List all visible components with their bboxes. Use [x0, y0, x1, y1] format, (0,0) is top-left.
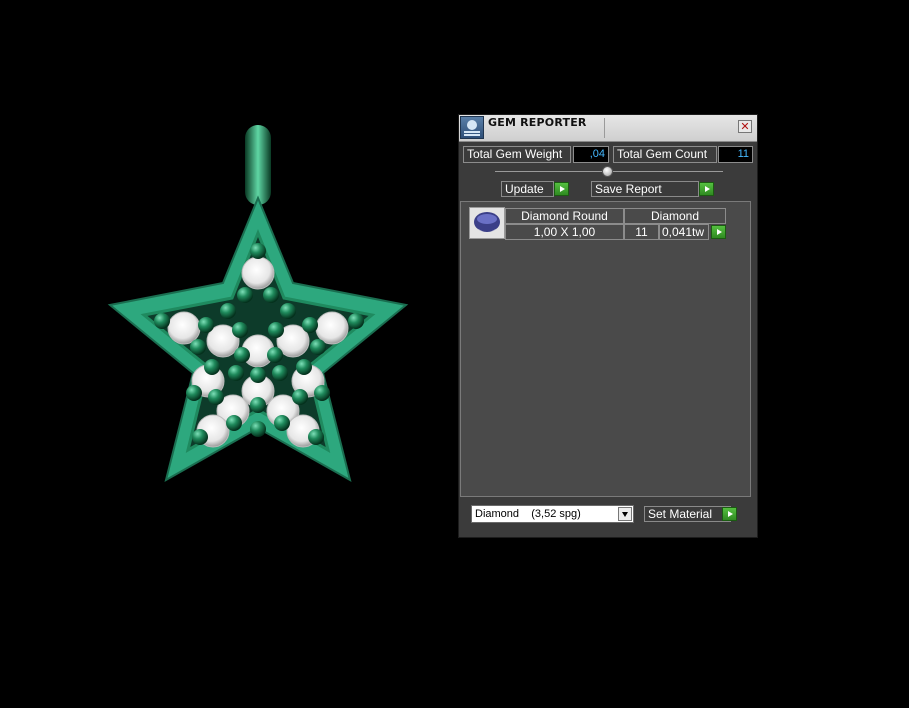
close-button[interactable]: ✕	[738, 120, 752, 133]
bead-setting	[237, 287, 253, 303]
gem-size-cell[interactable]: 1,00 X 1,00	[505, 224, 624, 240]
diamond-gem	[167, 311, 201, 345]
bead-setting	[228, 365, 244, 381]
close-icon: ✕	[740, 120, 750, 133]
panel-titlebar[interactable]: GEM REPORTER ✕	[459, 115, 757, 142]
bead-setting	[280, 303, 296, 319]
3d-viewport[interactable]	[0, 0, 909, 708]
bead-setting	[310, 339, 326, 355]
update-arrow-icon[interactable]	[554, 182, 569, 196]
bead-setting	[292, 389, 308, 405]
gem-row-arrow-icon[interactable]	[711, 225, 726, 239]
star-pendant-model	[107, 125, 409, 483]
bead-setting	[250, 243, 266, 259]
bail-ring	[245, 125, 271, 205]
bead-setting	[308, 429, 324, 445]
bead-setting	[250, 397, 266, 413]
bead-setting	[314, 385, 330, 401]
chevron-down-icon[interactable]	[618, 507, 632, 521]
total-gem-weight-label: Total Gem Weight	[463, 146, 571, 163]
bead-setting	[198, 317, 214, 333]
gem-material-cell[interactable]: Diamond	[624, 208, 726, 224]
bead-setting	[190, 339, 206, 355]
panel-title: GEM REPORTER	[488, 116, 587, 129]
bead-setting	[208, 389, 224, 405]
total-gem-weight-value: ,04	[573, 146, 609, 163]
gem-list[interactable]: Diamond Round Diamond 1,00 X 1,00 11 0,0…	[460, 201, 751, 497]
bead-setting	[204, 359, 220, 375]
bead-setting	[263, 287, 279, 303]
material-select[interactable]: Diamond (3,52 spg)	[471, 505, 634, 523]
total-gem-count-label: Total Gem Count	[613, 146, 717, 163]
bead-setting	[186, 385, 202, 401]
title-separator	[604, 118, 605, 138]
diamond-gem	[241, 256, 275, 290]
bead-setting	[268, 322, 284, 338]
bead-setting	[272, 365, 288, 381]
bead-setting	[232, 322, 248, 338]
gem-count-cell[interactable]: 11	[624, 224, 659, 240]
bead-setting	[226, 415, 242, 431]
bead-setting	[220, 303, 236, 319]
update-button[interactable]: Update	[501, 181, 554, 197]
bead-setting	[192, 429, 208, 445]
bead-setting	[234, 347, 250, 363]
bead-setting	[296, 359, 312, 375]
bead-setting	[274, 415, 290, 431]
round-diamond-icon[interactable]	[469, 207, 505, 239]
gem-weight-cell[interactable]: 0,041tw	[659, 224, 709, 240]
bead-setting	[267, 347, 283, 363]
diamond-gem	[315, 311, 349, 345]
bead-setting	[250, 367, 266, 383]
gem-reporter-icon	[460, 116, 484, 139]
save-report-button[interactable]: Save Report	[591, 181, 699, 197]
material-select-value: Diamond (3,52 spg)	[475, 508, 581, 520]
bead-setting	[302, 317, 318, 333]
bead-setting	[348, 313, 364, 329]
set-material-button[interactable]: Set Material	[644, 506, 731, 522]
bead-setting	[250, 421, 266, 437]
total-gem-count-value: 11	[718, 146, 753, 163]
bead-setting	[154, 313, 170, 329]
save-report-arrow-icon[interactable]	[699, 182, 714, 196]
set-material-arrow-icon[interactable]	[722, 507, 737, 521]
slider-handle[interactable]	[602, 166, 613, 177]
gem-shape-cell[interactable]: Diamond Round	[505, 208, 624, 224]
gem-reporter-panel: GEM REPORTER ✕ Total Gem Weight ,04 Tota…	[458, 114, 758, 538]
